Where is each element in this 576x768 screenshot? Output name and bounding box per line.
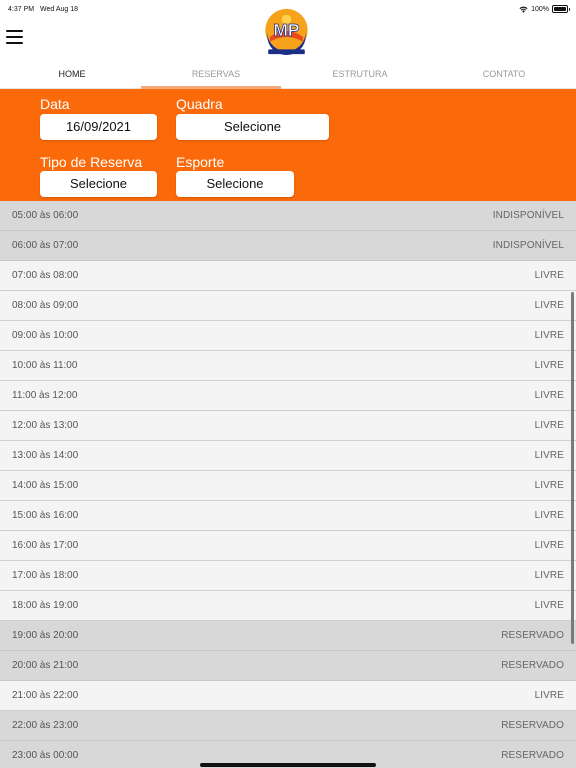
date-picker-button[interactable]: 16/09/2021 (40, 114, 157, 140)
slot-status: LIVRE (534, 450, 564, 461)
slot-time: 18:00 às 19:00 (12, 600, 79, 611)
slot-time: 14:00 às 15:00 (12, 480, 79, 491)
slot-status: LIVRE (534, 540, 564, 551)
time-slot-row[interactable]: 08:00 às 09:00 LIVRE (0, 291, 576, 321)
app-logo: MP (264, 8, 309, 59)
filter-panel: Data 16/09/2021 Quadra Selecione Tipo de… (0, 89, 576, 201)
time-slot-row[interactable]: 14:00 às 15:00 LIVRE (0, 471, 576, 501)
nav-tabs: HOME RESERVAS ESTRUTURA CONTATO (0, 62, 576, 89)
slot-status: LIVRE (534, 420, 564, 431)
quadra-label: Quadra (176, 96, 223, 112)
slot-time: 12:00 às 13:00 (12, 420, 79, 431)
slot-status: LIVRE (534, 360, 564, 371)
tipo-reserva-select-button[interactable]: Selecione (40, 171, 157, 197)
slot-time: 21:00 às 22:00 (12, 690, 79, 701)
app-header: MP (0, 0, 576, 62)
slot-time: 23:00 às 00:00 (12, 750, 79, 761)
time-slot-row[interactable]: 07:00 às 08:00 LIVRE (0, 261, 576, 291)
slot-status: INDISPONÍVEL (492, 210, 564, 221)
slot-status: LIVRE (534, 300, 564, 311)
time-slot-row[interactable]: 12:00 às 13:00 LIVRE (0, 411, 576, 441)
tab-estrutura[interactable]: ESTRUTURA (288, 62, 432, 88)
time-slot-row[interactable]: 20:00 às 21:00 RESERVADO (0, 651, 576, 681)
time-slot-row[interactable]: 15:00 às 16:00 LIVRE (0, 501, 576, 531)
tab-contato[interactable]: CONTATO (432, 62, 576, 88)
time-slot-row[interactable]: 22:00 às 23:00 RESERVADO (0, 711, 576, 741)
slot-status: LIVRE (534, 390, 564, 401)
time-slot-row[interactable]: 10:00 às 11:00 LIVRE (0, 351, 576, 381)
slot-time: 07:00 às 08:00 (12, 270, 79, 281)
time-slot-row[interactable]: 16:00 às 17:00 LIVRE (0, 531, 576, 561)
home-indicator (200, 763, 376, 767)
menu-icon[interactable] (6, 30, 23, 44)
time-slot-row[interactable]: 09:00 às 10:00 LIVRE (0, 321, 576, 351)
slot-time: 13:00 às 14:00 (12, 450, 79, 461)
slot-list: 05:00 às 06:00 INDISPONÍVEL 06:00 às 07:00… (0, 201, 576, 768)
svg-text:MP: MP (274, 20, 300, 40)
data-label: Data (40, 96, 70, 112)
time-slot-row[interactable]: 19:00 às 20:00 RESERVADO (0, 621, 576, 651)
slot-status: RESERVADO (501, 720, 564, 731)
slot-time: 06:00 às 07:00 (12, 240, 79, 251)
time-slot-row[interactable]: 21:00 às 22:00 LIVRE (0, 681, 576, 711)
slot-status: LIVRE (534, 480, 564, 491)
slot-status: INDISPONÍVEL (492, 240, 564, 251)
slot-status: RESERVADO (501, 750, 564, 761)
esporte-label: Esporte (176, 154, 225, 170)
time-slot-row[interactable]: 13:00 às 14:00 LIVRE (0, 441, 576, 471)
slot-time: 09:00 às 10:00 (12, 330, 79, 341)
time-slot-row[interactable]: 18:00 às 19:00 LIVRE (0, 591, 576, 621)
slot-time: 17:00 às 18:00 (12, 570, 79, 581)
slot-status: LIVRE (534, 690, 564, 701)
slot-time: 11:00 às 12:00 (12, 390, 78, 401)
time-slot-row[interactable]: 17:00 às 18:00 LIVRE (0, 561, 576, 591)
quadra-select-button[interactable]: Selecione (176, 114, 329, 140)
time-slot-row[interactable]: 06:00 às 07:00 INDISPONÍVEL (0, 231, 576, 261)
scrollbar[interactable] (571, 292, 574, 644)
slot-status: LIVRE (534, 510, 564, 521)
tab-reservas[interactable]: RESERVAS (141, 62, 288, 89)
slot-time: 10:00 às 11:00 (12, 360, 78, 371)
slot-status: LIVRE (534, 270, 564, 281)
slot-time: 08:00 às 09:00 (12, 300, 79, 311)
slot-status: LIVRE (534, 600, 564, 611)
tipo-reserva-label: Tipo de Reserva (40, 154, 143, 170)
slot-status: RESERVADO (501, 660, 564, 671)
slot-time: 05:00 às 06:00 (12, 210, 79, 221)
slot-status: RESERVADO (501, 630, 564, 641)
slot-time: 22:00 às 23:00 (12, 720, 79, 731)
tab-home[interactable]: HOME (0, 62, 144, 88)
slot-status: LIVRE (534, 330, 564, 341)
slot-status: LIVRE (534, 570, 564, 581)
slot-time: 16:00 às 17:00 (12, 540, 79, 551)
time-slot-row[interactable]: 11:00 às 12:00 LIVRE (0, 381, 576, 411)
time-slot-row[interactable]: 05:00 às 06:00 INDISPONÍVEL (0, 201, 576, 231)
esporte-select-button[interactable]: Selecione (176, 171, 294, 197)
slot-time: 20:00 às 21:00 (12, 660, 79, 671)
slot-time: 15:00 às 16:00 (12, 510, 79, 521)
slot-time: 19:00 às 20:00 (12, 630, 79, 641)
